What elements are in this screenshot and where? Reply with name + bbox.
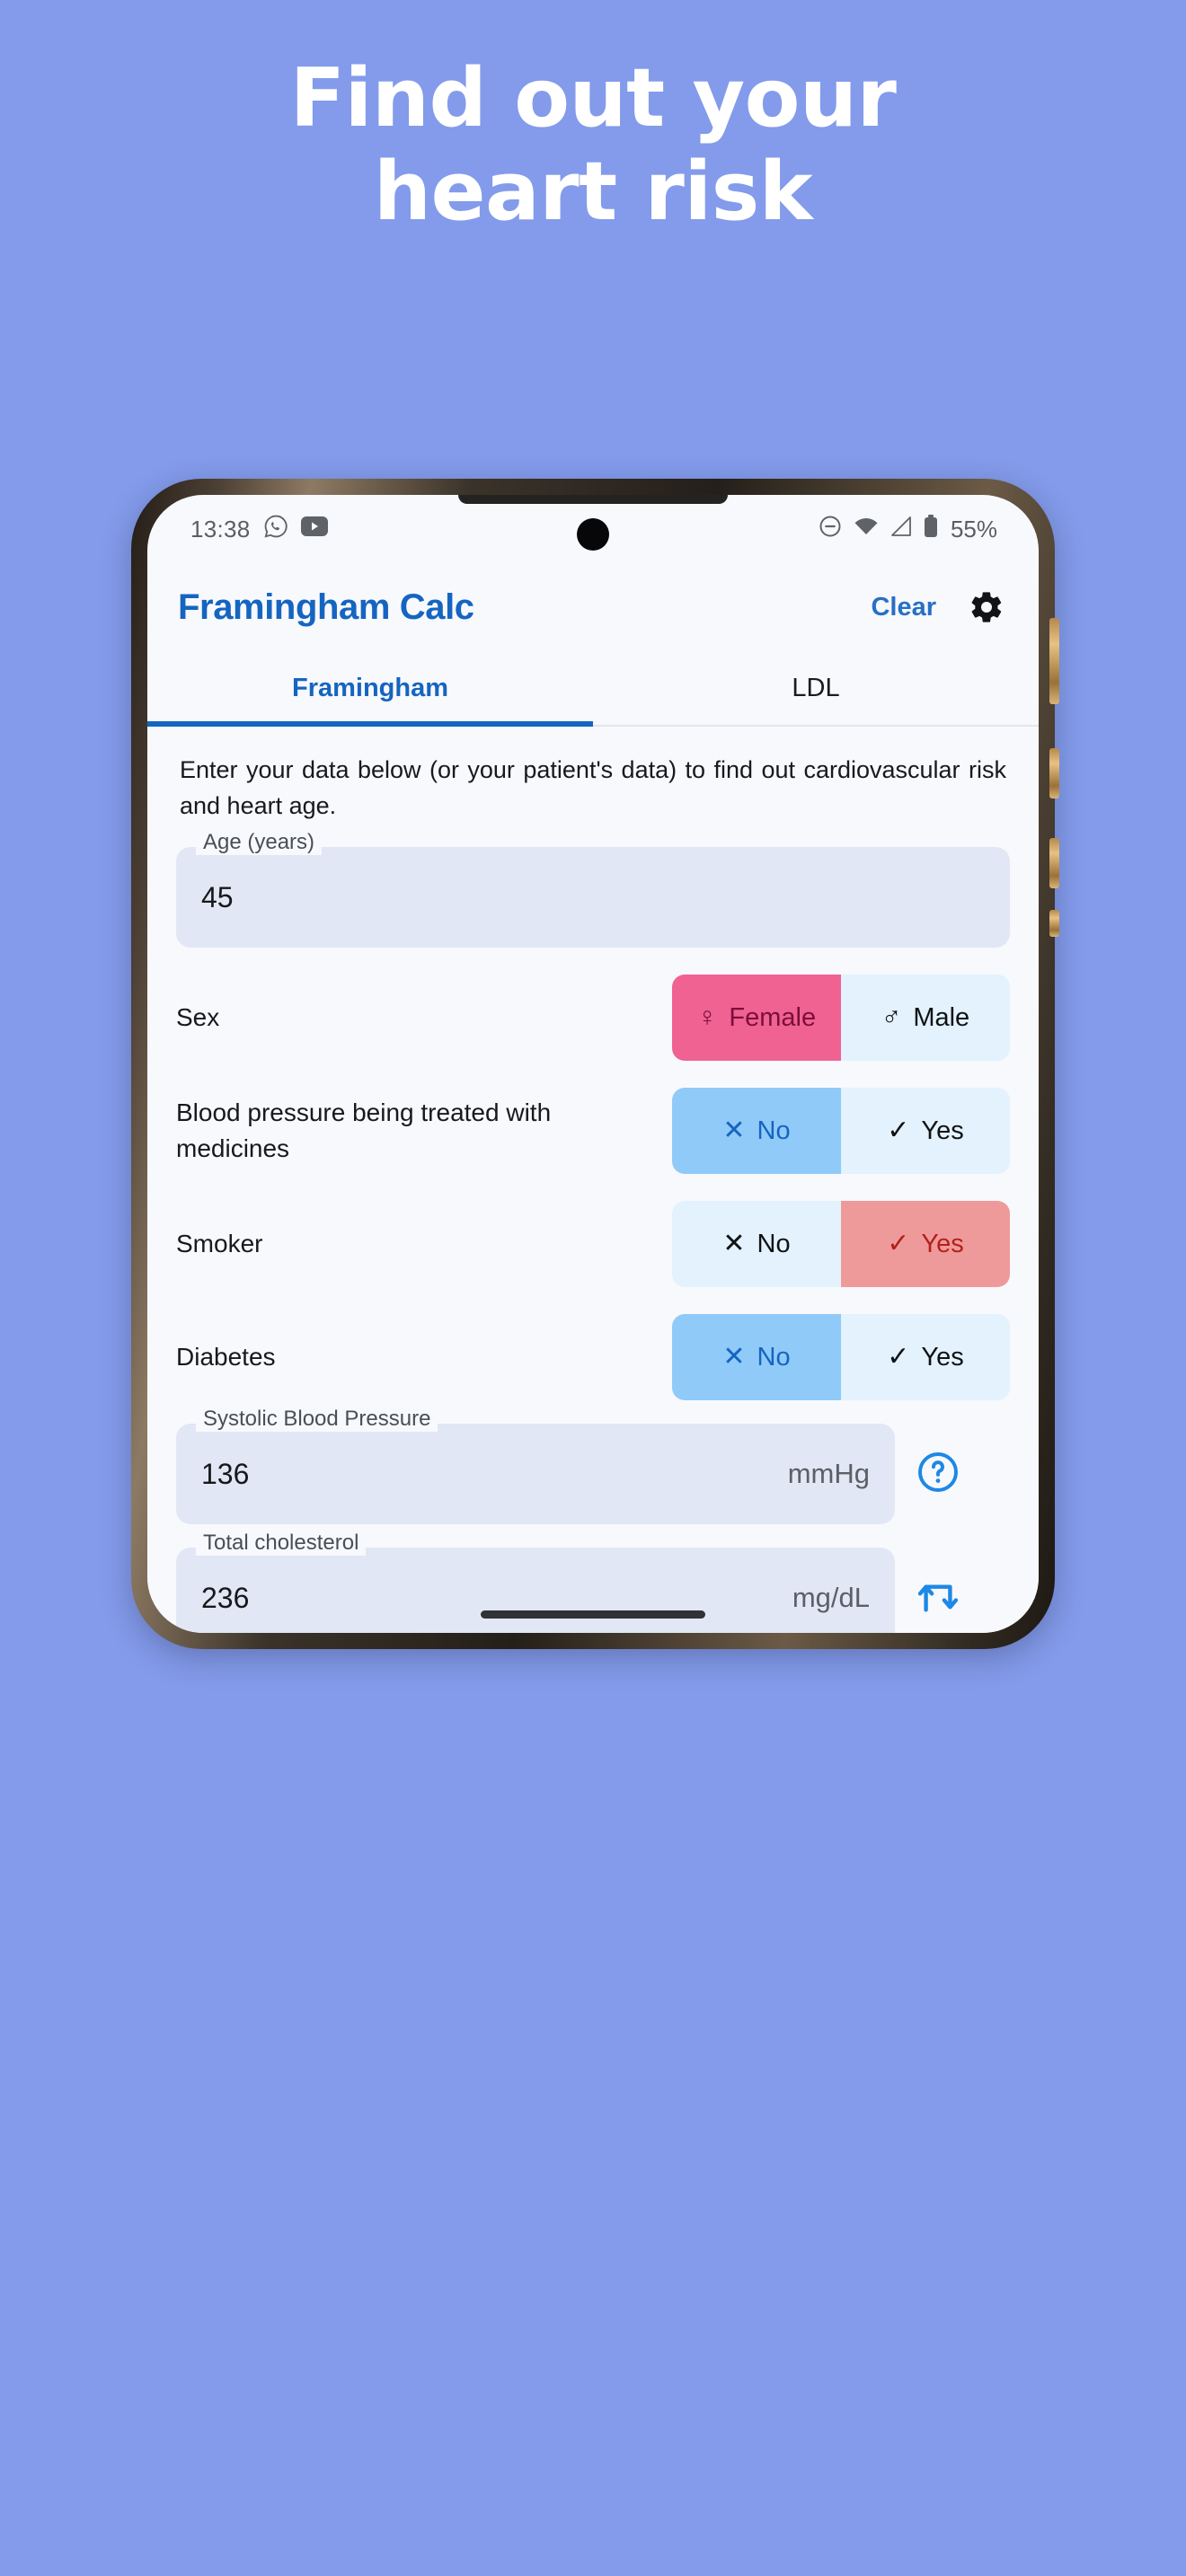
total-cholesterol-swap-button[interactable] [895,1548,981,1633]
check-icon: ✓ [887,1116,910,1145]
diabetes-option-yes[interactable]: ✓ Yes [841,1314,1010,1400]
phone-side-button-3 [1049,838,1059,888]
phone-mockup: 13:38 55% Framingham Calc Clear Framingh… [131,479,1059,1649]
sex-option-female[interactable]: ♀ Female [672,975,841,1061]
battery-percent: 55% [950,515,997,543]
help-circle-icon [916,1450,960,1499]
wifi-icon [853,516,880,543]
smoker-option-no-label: No [757,1229,791,1258]
diabetes-option-no[interactable]: ✕ No [672,1314,841,1400]
sex-option-female-label: Female [729,1002,817,1032]
age-field-wrap: Age (years) 45 [176,830,1010,948]
phone-side-button-2 [1049,748,1059,798]
total-cholesterol-value: 236 [201,1581,250,1614]
diabetes-row: Diabetes ✕ No ✓ Yes [176,1314,1010,1400]
total-cholesterol-unit: mg/dL [792,1582,870,1613]
swap-units-icon [915,1575,961,1621]
bp-treated-option-yes-label: Yes [921,1116,964,1145]
whatsapp-icon [263,514,288,545]
tab-framingham[interactable]: Framingham [147,651,593,727]
bp-treated-option-yes[interactable]: ✓ Yes [841,1088,1010,1174]
camera-punch-hole [577,518,609,551]
diabetes-option-yes-label: Yes [921,1342,964,1372]
systolic-field[interactable]: Systolic Blood Pressure 136 mmHg [176,1407,895,1524]
smoker-option-yes-label: Yes [921,1229,964,1258]
age-field[interactable]: Age (years) 45 [176,830,1010,948]
status-clock: 13:38 [190,515,251,543]
status-bar-right: 55% [818,514,997,545]
cellular-signal-icon [890,516,913,543]
app-bar: Framingham Calc Clear [147,563,1039,651]
poster-headline: Find out your heart risk [0,52,1186,239]
battery-icon [923,514,939,544]
bp-treated-option-no[interactable]: ✕ No [672,1088,841,1174]
home-indicator[interactable] [481,1610,705,1619]
bp-treated-option-no-label: No [757,1116,791,1145]
bp-treated-segmented-control: ✕ No ✓ Yes [672,1088,1010,1174]
headline-line-2: heart risk [373,145,813,239]
smoker-segmented-control: ✕ No ✓ Yes [672,1201,1010,1287]
tab-framingham-label: Framingham [291,673,449,702]
sex-segmented-control: ♀ Female ♂ Male [672,975,1010,1061]
check-icon: ✓ [887,1342,910,1372]
male-icon: ♂ [881,1002,902,1032]
sex-label: Sex [176,1003,220,1031]
sex-row: Sex ♀ Female ♂ Male [176,975,1010,1061]
tab-ldl-label: LDL [792,673,840,702]
female-icon: ♀ [696,1002,718,1032]
gear-icon[interactable] [969,589,1005,625]
diabetes-segmented-control: ✕ No ✓ Yes [672,1314,1010,1400]
cross-icon: ✕ [722,1116,746,1145]
do-not-disturb-icon [818,514,843,545]
headline-line-1: Find out your [289,51,897,146]
page-title: Framingham Calc [178,587,474,627]
sex-option-male-label: Male [913,1002,970,1032]
tab-ldl[interactable]: LDL [593,651,1039,725]
sex-option-male[interactable]: ♂ Male [841,975,1010,1061]
age-value: 45 [201,880,234,913]
cross-icon: ✕ [722,1229,746,1258]
smoker-label: Smoker [176,1230,263,1257]
phone-side-button-4 [1049,910,1059,937]
phone-screen: 13:38 55% Framingham Calc Clear Framingh… [147,495,1039,1633]
smoker-option-yes[interactable]: ✓ Yes [841,1201,1010,1287]
systolic-field-wrap: Systolic Blood Pressure 136 mmHg [176,1407,1010,1524]
intro-text: Enter your data below (or your patient's… [180,756,1006,819]
bp-treated-label: Blood pressure being treated with medici… [176,1098,552,1162]
tab-bar: Framingham LDL [147,651,1039,727]
check-icon: ✓ [887,1229,910,1258]
phone-side-button-1 [1049,618,1059,704]
age-label: Age (years) [196,830,323,855]
systolic-value: 136 [201,1457,250,1490]
cross-icon: ✕ [722,1342,746,1372]
systolic-help-button[interactable] [895,1424,981,1524]
systolic-unit: mmHg [787,1458,870,1489]
total-cholesterol-field-wrap: Total cholesterol 236 mg/dL [176,1531,1010,1633]
diabetes-label: Diabetes [176,1343,276,1371]
smoker-row: Smoker ✕ No ✓ Yes [176,1201,1010,1287]
smoker-option-no[interactable]: ✕ No [672,1201,841,1287]
bp-treated-row: Blood pressure being treated with medici… [176,1088,1010,1174]
form-content: Enter your data below (or your patient's… [147,728,1039,1633]
youtube-icon [300,516,328,543]
total-cholesterol-label: Total cholesterol [196,1531,367,1556]
status-bar-left: 13:38 [190,514,328,545]
clear-button[interactable]: Clear [871,593,936,622]
diabetes-option-no-label: No [757,1342,791,1372]
systolic-label: Systolic Blood Pressure [196,1407,438,1432]
total-cholesterol-field[interactable]: Total cholesterol 236 mg/dL [176,1531,895,1633]
